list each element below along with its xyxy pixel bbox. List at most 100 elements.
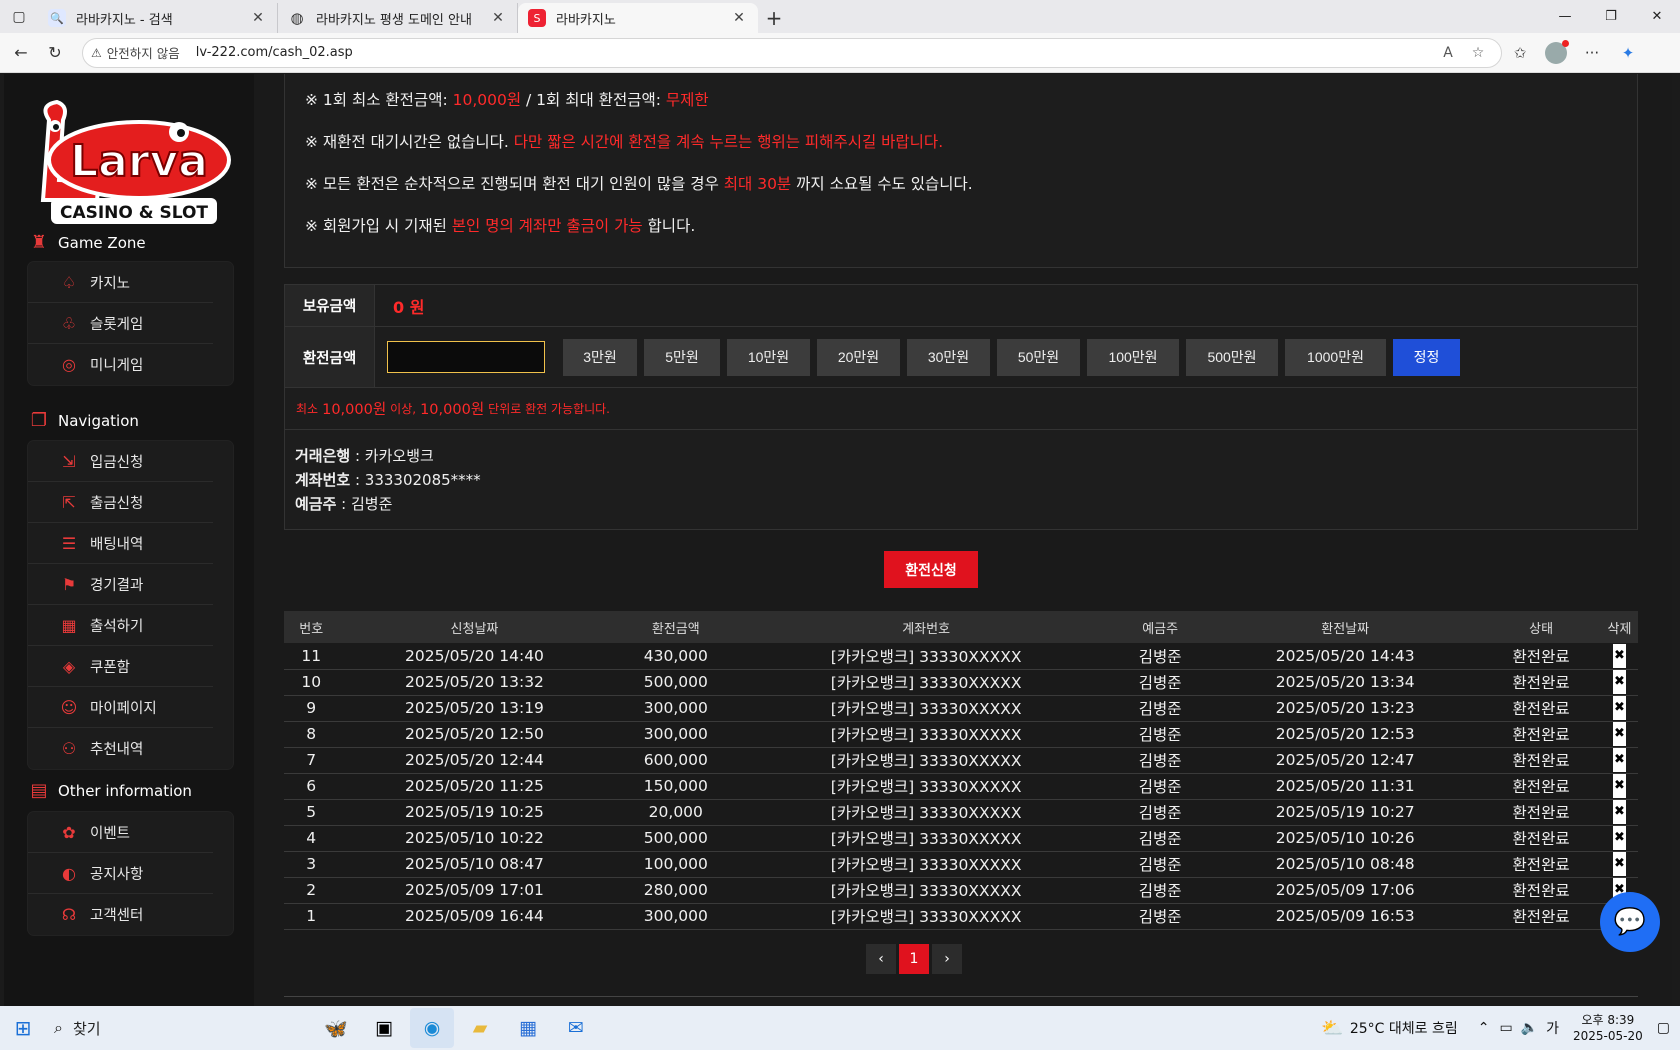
close-tab-icon[interactable]: ✕: [249, 10, 267, 26]
sidebar-item-events[interactable]: ✿ 이벤트: [28, 812, 213, 853]
sidebar-item-slot[interactable]: ♧ 슬롯게임: [28, 303, 213, 344]
next-page-icon[interactable]: ›: [932, 944, 962, 974]
section-title: Other information: [58, 781, 192, 800]
tab-actions-icon[interactable]: ▢: [0, 0, 38, 33]
notice-text: ※ 모든 환전은 순차적으로 진행되며 환전 대기 인원이 많을 경우: [305, 175, 724, 193]
cell-delete: ✖: [1600, 747, 1638, 774]
minimize-icon[interactable]: —: [1542, 0, 1588, 33]
prev-page-icon[interactable]: ‹: [866, 944, 896, 974]
sidebar-item-coupons[interactable]: ◈ 쿠폰함: [28, 646, 213, 687]
chip-200k-button[interactable]: 20만원: [817, 338, 900, 376]
sidebar-item-referrals[interactable]: ⚇ 추천내역: [28, 728, 213, 769]
chip-50k-button[interactable]: 5만원: [644, 338, 720, 376]
new-tab-icon[interactable]: +: [758, 3, 790, 33]
sidebar-item-label: 출금신청: [90, 495, 144, 512]
larva-logo[interactable]: Larva CASINO & SLOT: [29, 99, 234, 228]
gamepad-section-icon: ♜: [30, 232, 48, 253]
delete-icon[interactable]: ✖: [1612, 800, 1626, 824]
widgets-icon[interactable]: 🦋: [314, 1008, 358, 1048]
delete-icon[interactable]: ✖: [1612, 643, 1626, 668]
system-tray: ⛅ 25°C 대체로 흐림 ⌃ ▭ 🔈 가 오후 8:39 2025-05-20 …: [1321, 1006, 1670, 1050]
network-icon[interactable]: ▭: [1499, 1020, 1512, 1036]
chip-10m-button[interactable]: 1000만원: [1285, 338, 1386, 376]
task-view-icon[interactable]: ▣: [362, 1008, 406, 1048]
sidebar-item-minigame[interactable]: ◎ 미니게임: [28, 344, 213, 385]
delete-icon[interactable]: ✖: [1612, 748, 1626, 772]
read-aloud-icon[interactable]: A: [1433, 45, 1463, 61]
copilot-icon[interactable]: ✦: [1610, 37, 1646, 69]
weather-text[interactable]: 25°C 대체로 흐림: [1350, 1018, 1458, 1038]
cell-no: 7: [284, 747, 339, 774]
delete-icon[interactable]: ✖: [1612, 852, 1626, 876]
chip-100k-button[interactable]: 10만원: [727, 338, 810, 376]
clock[interactable]: 오후 8:39 2025-05-20: [1573, 1012, 1643, 1044]
delete-icon[interactable]: ✖: [1612, 774, 1626, 798]
chip-5m-button[interactable]: 500만원: [1186, 338, 1278, 376]
tab-domain-guide[interactable]: ◍ 라바카지노 평생 도메인 안내 ✕: [278, 3, 518, 33]
address-bar[interactable]: ⚠ 안전하지 않음 lv-222.com/cash_02.asp A ☆: [82, 37, 1502, 68]
sidebar-item-support[interactable]: ☊ 고객센터: [28, 894, 213, 935]
weather-icon[interactable]: ⛅: [1321, 1018, 1343, 1039]
notification-icon[interactable]: ▢: [1657, 1020, 1670, 1036]
volume-icon[interactable]: 🔈: [1521, 1020, 1538, 1036]
back-icon[interactable]: ←: [4, 37, 38, 69]
restore-icon[interactable]: ❐: [1588, 0, 1634, 33]
edge-icon[interactable]: ◉: [410, 1008, 454, 1048]
cell-status: 환전완료: [1481, 877, 1601, 904]
globe-icon: ◍: [290, 9, 304, 27]
store-icon[interactable]: ▦: [506, 1008, 550, 1048]
close-tab-icon[interactable]: ✕: [730, 10, 748, 26]
chip-500k-button[interactable]: 50만원: [997, 338, 1080, 376]
tab-search[interactable]: 🔍 라바카지노 - 검색 ✕: [38, 3, 278, 33]
tab-larva-casino[interactable]: S 라바카지노 ✕: [518, 3, 758, 33]
reset-button[interactable]: 정정: [1393, 338, 1460, 376]
cell-no: 9: [284, 695, 339, 722]
cell-no: 2: [284, 877, 339, 904]
taskbar-search[interactable]: ⌕ 찾기: [54, 1018, 274, 1039]
sidebar-item-attendance[interactable]: ▦ 출석하기: [28, 605, 213, 646]
cell-amount: 500,000: [610, 669, 742, 696]
sidebar-item-notices[interactable]: ◐ 공지사항: [28, 853, 213, 894]
sidebar-item-bet-history[interactable]: ☰ 배팅내역: [28, 523, 213, 564]
cell-complete-date: 2025/05/09 16:53: [1209, 903, 1482, 930]
chat-bubble-icon[interactable]: 💬: [1600, 892, 1660, 952]
delete-icon[interactable]: ✖: [1612, 670, 1626, 694]
file-explorer-icon[interactable]: ▰: [458, 1008, 502, 1048]
ime-indicator[interactable]: 가: [1546, 1018, 1559, 1038]
url-text[interactable]: lv-222.com/cash_02.asp: [196, 45, 1433, 60]
security-warning[interactable]: ⚠ 안전하지 않음: [91, 43, 190, 62]
reload-icon[interactable]: ↻: [38, 37, 72, 69]
outlook-icon[interactable]: ✉: [554, 1008, 598, 1048]
close-tab-icon[interactable]: ✕: [489, 10, 507, 26]
profile-button[interactable]: [1538, 37, 1574, 69]
close-window-icon[interactable]: ✕: [1634, 0, 1680, 33]
hint-text: 단위로 환전 가능합니다.: [488, 402, 611, 416]
chip-1m-button[interactable]: 100만원: [1087, 338, 1179, 376]
cell-request-date: 2025/05/20 12:44: [338, 747, 611, 774]
cell-account: [카카오뱅크] 33330XXXXX: [741, 799, 1112, 826]
sidebar-item-deposit[interactable]: ⇲ 입금신청: [28, 441, 213, 482]
more-menu-icon[interactable]: ···: [1574, 37, 1610, 69]
delete-icon[interactable]: ✖: [1612, 826, 1626, 850]
tray-overflow-icon[interactable]: ⌃: [1478, 1020, 1490, 1036]
chip-30k-button[interactable]: 3만원: [563, 338, 637, 376]
section-other-information: ▤ Other information: [28, 780, 192, 801]
delete-icon[interactable]: ✖: [1612, 722, 1626, 746]
delete-icon[interactable]: ✖: [1612, 696, 1626, 720]
sidebar-item-mypage[interactable]: ☺ 마이페이지: [28, 687, 213, 728]
page-viewport: Larva CASINO & SLOT ♜ Game Zone ♤ 카지노 ♧ 슬롯게…: [4, 74, 1672, 1006]
windows-start-icon[interactable]: ⊞: [0, 1006, 46, 1050]
withdraw-submit-button[interactable]: 환전신청: [884, 551, 978, 588]
favorite-star-icon[interactable]: ☆: [1463, 45, 1493, 61]
sidebar-item-casino[interactable]: ♤ 카지노: [28, 262, 213, 303]
table-row: 11 2025/05/20 14:40 430,000 [카카오뱅크] 33330XX…: [284, 643, 1638, 670]
notice-line: ※ 재환전 대기시간은 없습니다. 다만 짧은 시간에 환전을 계속 누르는 행…: [305, 132, 1617, 152]
amount-input[interactable]: [387, 341, 545, 373]
favorites-icon[interactable]: ✩: [1502, 37, 1538, 69]
cell-request-date: 2025/05/20 11:25: [338, 773, 611, 800]
header-request-date: 신청날짜: [338, 611, 611, 643]
sidebar-item-withdraw[interactable]: ⇱ 출금신청: [28, 482, 213, 523]
chip-300k-button[interactable]: 30만원: [907, 338, 990, 376]
sidebar-item-results[interactable]: ⚑ 경기결과: [28, 564, 213, 605]
page-number[interactable]: 1: [899, 944, 929, 974]
